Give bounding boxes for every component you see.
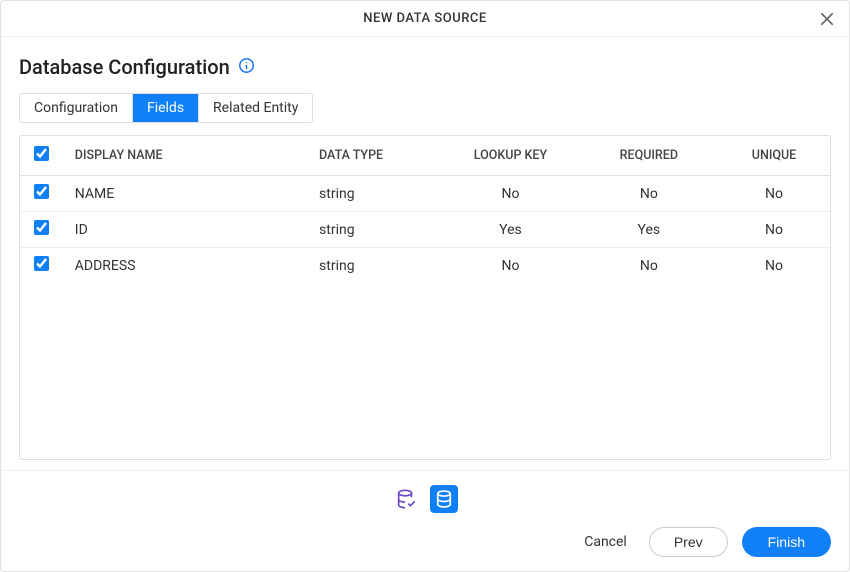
header-lookup-key: LOOKUP KEY	[441, 136, 579, 176]
tabs: Configuration Fields Related Entity	[19, 93, 313, 123]
cell-unique: No	[718, 248, 830, 284]
modal-body: Database Configuration Configuration Fie…	[1, 37, 849, 470]
table-row: ID string Yes Yes No	[20, 212, 830, 248]
new-data-source-modal: NEW DATA SOURCE Database Configuration C…	[0, 0, 850, 572]
modal-title: NEW DATA SOURCE	[363, 11, 486, 26]
cell-lookup-key: Yes	[441, 212, 579, 248]
table-row: ADDRESS string No No No	[20, 248, 830, 284]
cell-display-name: ADDRESS	[67, 248, 311, 284]
cell-data-type: string	[311, 176, 441, 212]
header-unique: UNIQUE	[718, 136, 830, 176]
tab-related-entity[interactable]: Related Entity	[199, 94, 312, 122]
cell-data-type: string	[311, 248, 441, 284]
footer-buttons: Cancel Prev Finish	[19, 527, 831, 557]
header-display-name: DISPLAY NAME	[67, 136, 311, 176]
header-required: REQUIRED	[580, 136, 718, 176]
tab-configuration[interactable]: Configuration	[20, 94, 133, 122]
wizard-stepper	[19, 481, 831, 513]
cell-unique: No	[718, 176, 830, 212]
cell-display-name: ID	[67, 212, 311, 248]
fields-table: DISPLAY NAME DATA TYPE LOOKUP KEY REQUIR…	[19, 135, 831, 460]
row-checkbox[interactable]	[34, 184, 49, 199]
cell-lookup-key: No	[441, 176, 579, 212]
modal-header: NEW DATA SOURCE	[1, 1, 849, 37]
database-icon[interactable]	[430, 485, 458, 513]
database-check-icon[interactable]	[392, 485, 420, 513]
cell-unique: No	[718, 212, 830, 248]
table-row: NAME string No No No	[20, 176, 830, 212]
row-checkbox[interactable]	[34, 220, 49, 235]
cell-lookup-key: No	[441, 248, 579, 284]
header-data-type: DATA TYPE	[311, 136, 441, 176]
row-checkbox[interactable]	[34, 256, 49, 271]
select-all-checkbox[interactable]	[34, 146, 49, 161]
section-title: Database Configuration	[19, 55, 230, 79]
section-header: Database Configuration	[19, 55, 831, 79]
info-icon[interactable]	[238, 57, 255, 78]
cell-data-type: string	[311, 212, 441, 248]
cell-required: Yes	[580, 212, 718, 248]
modal-footer: Cancel Prev Finish	[1, 470, 849, 571]
cell-required: No	[580, 176, 718, 212]
tab-fields[interactable]: Fields	[133, 94, 199, 122]
cancel-button[interactable]: Cancel	[576, 528, 635, 556]
prev-button[interactable]: Prev	[649, 527, 728, 557]
close-icon[interactable]	[815, 7, 839, 31]
cell-required: No	[580, 248, 718, 284]
finish-button[interactable]: Finish	[742, 527, 831, 557]
table-header-row: DISPLAY NAME DATA TYPE LOOKUP KEY REQUIR…	[20, 136, 830, 176]
cell-display-name: NAME	[67, 176, 311, 212]
